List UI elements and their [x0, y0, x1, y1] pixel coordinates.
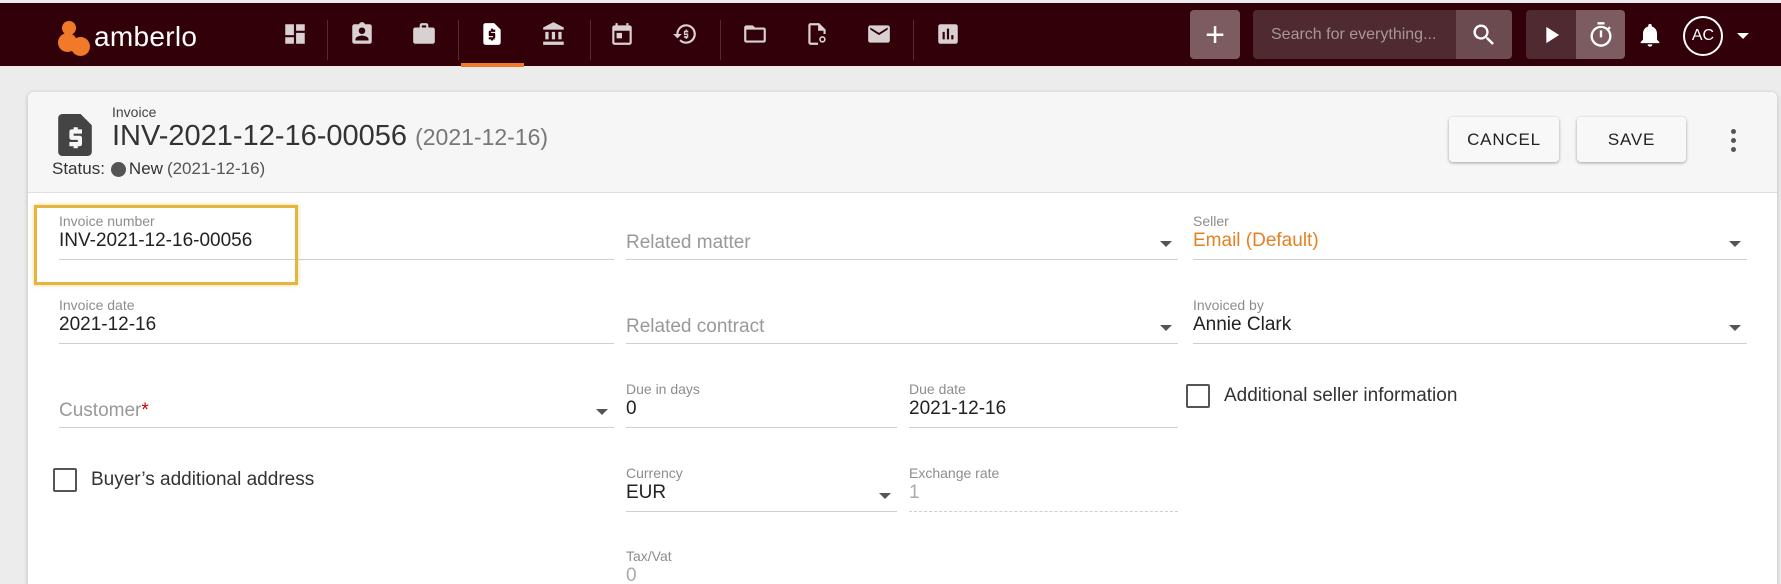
bank-icon [543, 22, 564, 45]
buyer-additional-address-label: Buyer’s additional address [91, 469, 315, 490]
nav-time-billing[interactable] [660, 9, 710, 59]
reports-icon [938, 24, 958, 44]
related-matter-placeholder: Related matter [626, 232, 751, 253]
currency-label: Currency [626, 465, 683, 481]
search-icon [1473, 24, 1494, 45]
additional-seller-info-label: Additional seller information [1224, 385, 1458, 406]
related-contract-placeholder: Related contract [626, 316, 765, 337]
matters-icon [413, 23, 435, 44]
seller-select[interactable]: Seller Email (Default) [1193, 213, 1747, 265]
nav-invoices[interactable] [467, 9, 517, 59]
invoice-document-icon [58, 114, 92, 156]
status-badge: New [128, 159, 163, 178]
nav-bank[interactable] [529, 9, 579, 59]
global-search-input[interactable] [1253, 10, 1456, 59]
due-date-label: Due date [909, 381, 966, 397]
amberlo-logo[interactable]: amberlo [58, 18, 197, 56]
invoice-number-value[interactable]: INV-2021-12-16-00056 [59, 230, 252, 252]
additional-seller-info-checkbox[interactable] [1186, 384, 1210, 408]
save-button[interactable]: SAVE [1577, 117, 1686, 162]
currency-value[interactable]: EUR [626, 482, 666, 504]
invoice-date-value[interactable]: 2021-12-16 [59, 314, 156, 336]
seller-value[interactable]: Email (Default) [1193, 230, 1319, 252]
due-in-days-value[interactable]: 0 [626, 398, 637, 420]
dropdown-arrow-icon[interactable] [1729, 241, 1741, 247]
tax-vat-label: Tax/Vat [626, 548, 672, 564]
invoices-icon [483, 23, 501, 45]
nav-contacts[interactable] [337, 9, 387, 59]
chevron-down-icon[interactable] [1737, 33, 1749, 39]
cancel-button[interactable]: CANCEL [1449, 117, 1559, 162]
due-in-days-label: Due in days [626, 381, 700, 397]
stopwatch-icon [1590, 21, 1612, 47]
due-in-days-field[interactable]: Due in days 0 [626, 381, 897, 433]
bell-icon [1640, 23, 1660, 47]
dropdown-arrow-icon[interactable] [1160, 241, 1172, 247]
exchange-rate-label: Exchange rate [909, 465, 1000, 481]
contract-icon [808, 23, 826, 45]
notifications-button[interactable] [1630, 15, 1670, 55]
invoiced-by-value[interactable]: Annie Clark [1193, 314, 1291, 336]
user-avatar[interactable]: AC [1683, 16, 1723, 56]
due-date-field[interactable]: Due date 2021-12-16 [909, 381, 1178, 433]
tax-vat-field[interactable]: Tax/Vat 0 [626, 548, 897, 584]
dashboard-icon [285, 24, 305, 44]
nav-dashboard[interactable] [270, 9, 320, 59]
nav-mail[interactable] [854, 9, 904, 59]
folder-icon [744, 25, 766, 43]
seller-label: Seller [1193, 213, 1229, 229]
status-date: (2021-12-16) [166, 159, 266, 178]
status-line: Status: New (2021-12-16) [52, 159, 265, 179]
page-title: INV-2021-12-16-00056 (2021-12-16) [112, 120, 548, 153]
buyer-additional-address-checkbox[interactable] [53, 468, 77, 492]
contacts-icon [352, 22, 372, 44]
due-date-value[interactable]: 2021-12-16 [909, 398, 1006, 420]
invoice-date-field[interactable]: Invoice date 2021-12-16 [59, 297, 614, 349]
status-label: Status: [52, 159, 105, 178]
logo-mark-icon [58, 19, 92, 56]
time-billing-icon [673, 24, 696, 44]
required-mark: * [141, 400, 149, 421]
start-timer-button[interactable] [1526, 10, 1576, 59]
exchange-rate-value: 1 [909, 482, 920, 503]
add-button[interactable]: + [1190, 10, 1240, 59]
currency-select[interactable]: Currency EUR [626, 465, 897, 517]
active-tab-indicator [461, 63, 524, 67]
dropdown-arrow-icon[interactable] [1729, 325, 1741, 331]
calendar-icon [612, 23, 632, 45]
customer-select[interactable]: Customer* [59, 381, 614, 433]
nav-documents[interactable] [730, 9, 780, 59]
buyer-additional-address-checkbox-row[interactable]: Buyer’s additional address [53, 468, 314, 492]
invoice-title-date: (2021-12-16) [415, 124, 549, 150]
nav-contracts[interactable] [792, 9, 842, 59]
related-contract-select[interactable]: Related contract [626, 297, 1178, 349]
tax-vat-value[interactable]: 0 [626, 565, 637, 584]
mail-icon [868, 25, 890, 43]
related-matter-select[interactable]: Related matter [626, 213, 1178, 265]
nav-calendar[interactable] [597, 9, 647, 59]
invoice-header: Invoice INV-2021-12-16-00056 (2021-12-16… [28, 92, 1777, 193]
dropdown-arrow-icon[interactable] [879, 493, 891, 499]
more-options-icon[interactable] [1723, 122, 1743, 158]
timer-button[interactable] [1576, 10, 1625, 59]
top-navigation-bar: amberlo + Search for everything... AC [0, 3, 1781, 67]
customer-placeholder: Customer* [59, 400, 149, 421]
additional-seller-info-checkbox-row[interactable]: Additional seller information [1186, 384, 1457, 408]
search-button[interactable] [1456, 10, 1512, 59]
logo-text: amberlo [94, 21, 198, 52]
invoiced-by-select[interactable]: Invoiced by Annie Clark [1193, 297, 1747, 349]
invoice-date-label: Invoice date [59, 297, 135, 313]
invoiced-by-label: Invoiced by [1193, 297, 1264, 313]
exchange-rate-field: Exchange rate 1 [909, 465, 1178, 517]
nav-reports[interactable] [923, 9, 973, 59]
play-icon [1546, 26, 1560, 43]
invoice-number-field[interactable]: Invoice number INV-2021-12-16-00056 [59, 213, 614, 265]
invoice-title: INV-2021-12-16-00056 [112, 120, 408, 152]
invoice-number-label: Invoice number [59, 213, 155, 229]
status-dot-icon [110, 161, 126, 177]
record-type-label: Invoice [112, 104, 157, 120]
dropdown-arrow-icon[interactable] [596, 409, 608, 415]
nav-matters[interactable] [399, 9, 449, 59]
dropdown-arrow-icon[interactable] [1160, 325, 1172, 331]
